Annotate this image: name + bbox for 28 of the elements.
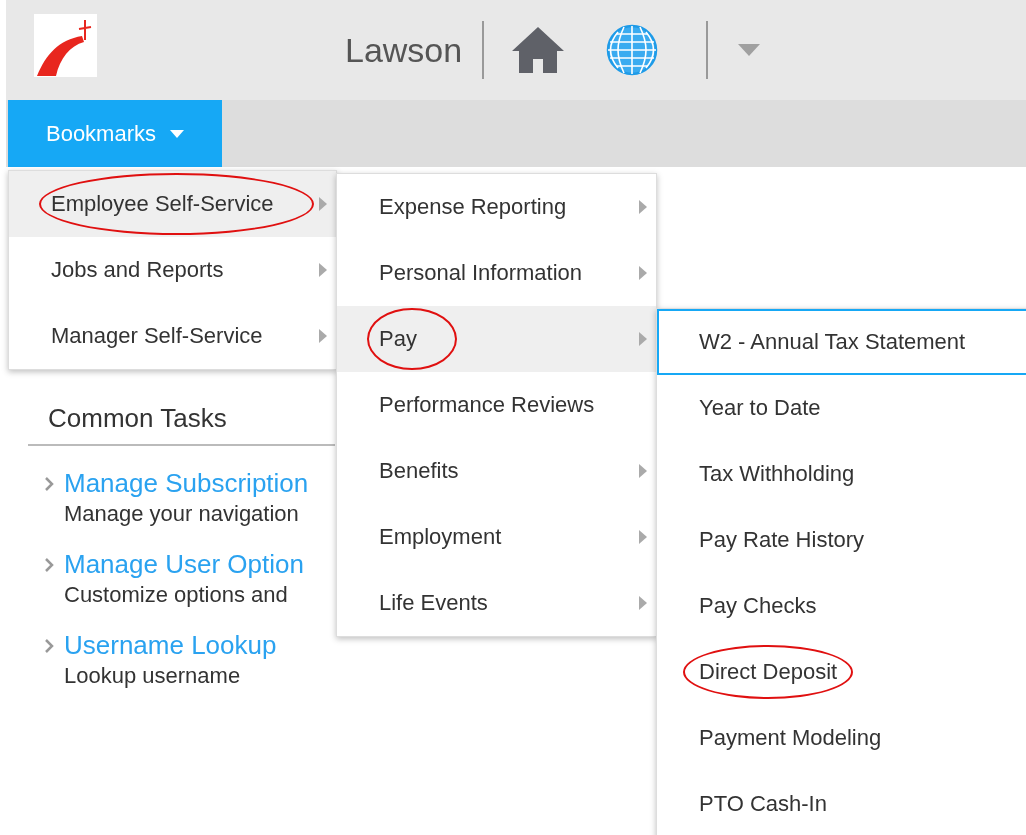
logo-icon	[34, 14, 97, 77]
menu-item[interactable]: Manager Self-Service	[9, 303, 336, 369]
app-title: Lawson	[345, 30, 464, 70]
menu-item[interactable]: Employment	[337, 504, 656, 570]
menu-item[interactable]: Personal Information	[337, 240, 656, 306]
menu-item[interactable]: Jobs and Reports	[9, 237, 336, 303]
chevron-icon	[44, 638, 54, 654]
task-description: Lookup username	[64, 663, 242, 689]
caret-icon	[170, 129, 184, 138]
task-description: Customize options and	[64, 582, 289, 608]
menu-item[interactable]: Pay Checks	[657, 573, 1026, 639]
menu-item[interactable]: Performance Reviews	[337, 372, 656, 438]
chevron-icon	[44, 557, 54, 573]
task-description: Manage your navigation	[64, 501, 300, 527]
menu-item[interactable]: PTO Cash-In	[657, 771, 1026, 835]
globe-icon[interactable]	[606, 24, 659, 76]
chevron-icon	[44, 476, 54, 492]
menu-item[interactable]: Direct Deposit	[657, 639, 1026, 705]
section-heading: Common Tasks	[28, 403, 335, 446]
menu-item[interactable]: Year to Date	[657, 375, 1026, 441]
menu-item[interactable]: Pay Rate History	[657, 507, 1026, 573]
menu-item[interactable]: W2 - Annual Tax Statement	[657, 309, 1026, 375]
dropdown-caret-icon[interactable]	[738, 44, 761, 56]
menu-item[interactable]: Tax Withholding	[657, 441, 1026, 507]
menu-item[interactable]: Payment Modeling	[657, 705, 1026, 771]
menu-item[interactable]: Benefits	[337, 438, 656, 504]
menu-item[interactable]: Life Events	[337, 570, 656, 636]
menu-item[interactable]: Expense Reporting	[337, 174, 656, 240]
